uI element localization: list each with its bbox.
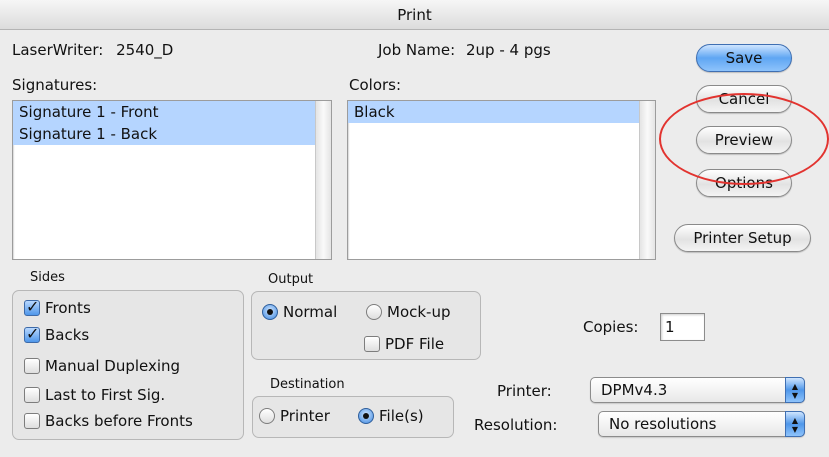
printer-setup-button[interactable]: Printer Setup (674, 224, 811, 252)
last-to-first-checkbox[interactable] (24, 387, 40, 403)
sides-title: Sides (30, 270, 65, 285)
fronts-label: Fronts (45, 299, 91, 317)
destination-printer-label: Printer (280, 407, 330, 425)
destination-files-option[interactable]: File(s) (358, 405, 424, 427)
copies-label: Copies: (583, 318, 639, 336)
printer-select-value: DPMv4.3 (601, 381, 668, 399)
backs-before-fronts-checkbox[interactable] (24, 413, 40, 429)
pdf-file-checkbox[interactable] (364, 336, 380, 352)
job-name-row: Job Name: 2up - 4 pgs (378, 41, 551, 59)
pdf-file-option[interactable]: PDF File (364, 333, 444, 355)
output-normal-option[interactable]: Normal (262, 301, 337, 323)
output-normal-radio[interactable] (262, 304, 278, 320)
printer-label: LaserWriter: (12, 41, 104, 59)
signature-item-back[interactable]: Signature 1 - Back (13, 123, 315, 145)
backs-option[interactable]: Backs (24, 323, 90, 346)
job-name: 2up - 4 pgs (465, 41, 551, 59)
printer-name-row: LaserWriter: 2540_D (12, 41, 173, 59)
backs-before-fronts-option[interactable]: Backs before Fronts (24, 410, 193, 432)
manual-duplexing-label: Manual Duplexing (45, 357, 181, 375)
color-item-black[interactable]: Black (348, 101, 639, 123)
signatures-list[interactable]: Signature 1 - Front Signature 1 - Back (12, 100, 332, 260)
resolution-select-label: Resolution: (474, 416, 558, 434)
highlight-ellipse (659, 93, 829, 185)
destination-printer-radio[interactable] (259, 408, 275, 424)
job-label: Job Name: (378, 41, 456, 59)
colors-list[interactable]: Black (347, 100, 656, 260)
resolution-select-value: No resolutions (609, 415, 717, 433)
output-mockup-option[interactable]: Mock-up (366, 301, 451, 323)
last-to-first-label: Last to First Sig. (45, 386, 166, 404)
destination-files-radio[interactable] (358, 408, 374, 424)
updown-arrows-icon: ▲ ▼ (785, 411, 805, 437)
copies-field[interactable]: 1 (660, 313, 705, 341)
output-mockup-label: Mock-up (387, 303, 451, 321)
output-mockup-radio[interactable] (366, 304, 382, 320)
pdf-file-label: PDF File (385, 335, 445, 353)
colors-label: Colors: (349, 76, 402, 94)
fronts-option[interactable]: Fronts (24, 296, 91, 319)
backs-before-fronts-label: Backs before Fronts (45, 412, 193, 430)
last-to-first-option[interactable]: Last to First Sig. (24, 384, 165, 406)
manual-duplexing-checkbox[interactable] (24, 358, 40, 374)
destination-files-label: File(s) (379, 407, 424, 425)
fronts-checkbox[interactable] (24, 296, 40, 318)
printer-select-label: Printer: (497, 382, 552, 400)
manual-duplexing-option[interactable]: Manual Duplexing (24, 355, 180, 377)
output-normal-label: Normal (283, 303, 338, 321)
printer-name: 2540_D (116, 41, 174, 59)
signatures-scrollbar[interactable] (315, 101, 331, 259)
save-button[interactable]: Save (696, 44, 792, 72)
colors-scrollbar[interactable] (639, 101, 655, 259)
destination-printer-option[interactable]: Printer (259, 405, 330, 427)
window-titlebar: Print (0, 0, 829, 30)
backs-label: Backs (45, 326, 90, 344)
output-title: Output (268, 272, 314, 287)
resolution-select[interactable]: No resolutions ▲ ▼ (598, 411, 805, 437)
backs-checkbox[interactable] (24, 323, 40, 345)
signature-item-front[interactable]: Signature 1 - Front (13, 101, 315, 123)
updown-arrows-icon: ▲ ▼ (785, 377, 805, 403)
window-title: Print (397, 6, 432, 24)
printer-select[interactable]: DPMv4.3 ▲ ▼ (590, 377, 805, 403)
signatures-label: Signatures: (12, 76, 98, 94)
destination-title: Destination (270, 377, 345, 392)
